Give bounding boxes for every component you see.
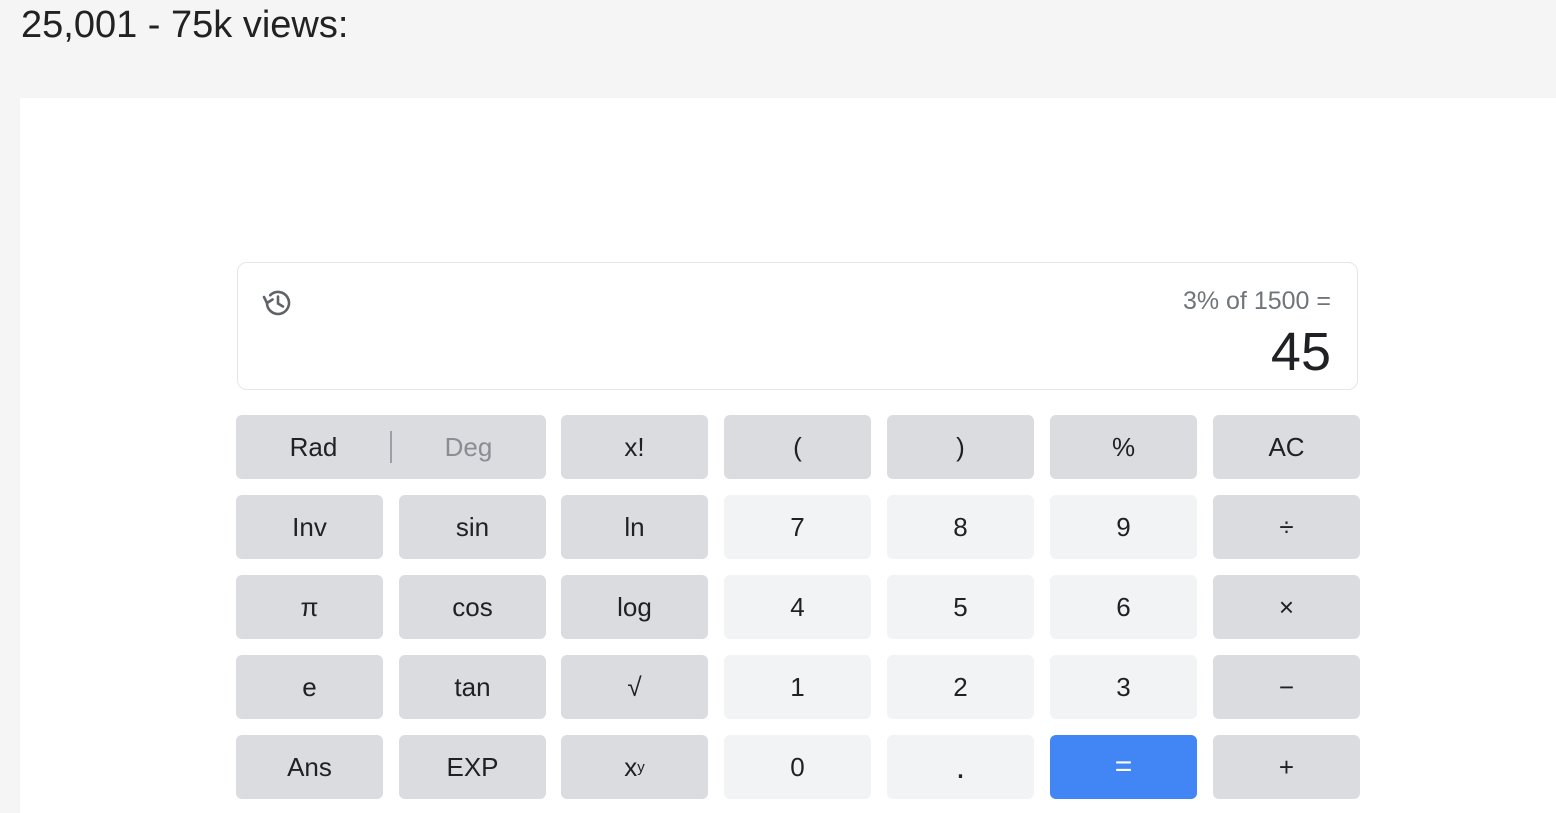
divide-button[interactable]: ÷ [1213,495,1360,559]
page-heading: 25,001 - 75k views: [21,4,349,46]
sqrt-button[interactable]: √ [561,655,708,719]
all-clear-button[interactable]: AC [1213,415,1360,479]
rad-button[interactable]: Rad [236,415,391,479]
digit-6-button[interactable]: 6 [1050,575,1197,639]
history-icon[interactable] [260,285,296,321]
ans-button[interactable]: Ans [236,735,383,799]
power-exponent-label: y [637,758,645,776]
power-button[interactable]: xy [561,735,708,799]
digit-1-button[interactable]: 1 [724,655,871,719]
pi-button[interactable]: π [236,575,383,639]
percent-button[interactable]: % [1050,415,1197,479]
digit-7-button[interactable]: 7 [724,495,871,559]
sin-button[interactable]: sin [399,495,546,559]
multiply-button[interactable]: × [1213,575,1360,639]
cos-button[interactable]: cos [399,575,546,639]
calculator-display: 3% of 1500 = 45 [237,262,1358,390]
deg-button[interactable]: Deg [391,415,546,479]
digit-5-button[interactable]: 5 [887,575,1034,639]
e-button[interactable]: e [236,655,383,719]
equals-button[interactable]: = [1050,735,1197,799]
tan-button[interactable]: tan [399,655,546,719]
expression-text: 3% of 1500 = [1182,287,1331,315]
factorial-button[interactable]: x! [561,415,708,479]
result-text: 45 [1270,322,1331,382]
digit-4-button[interactable]: 4 [724,575,871,639]
log-button[interactable]: log [561,575,708,639]
open-paren-button[interactable]: ( [724,415,871,479]
digit-8-button[interactable]: 8 [887,495,1034,559]
close-paren-button[interactable]: ) [887,415,1034,479]
digit-9-button[interactable]: 9 [1050,495,1197,559]
exp-button[interactable]: EXP [399,735,546,799]
power-base-label: x [624,751,638,782]
minus-button[interactable]: − [1213,655,1360,719]
ln-button[interactable]: ln [561,495,708,559]
decimal-point-button[interactable]: . [887,735,1034,799]
digit-0-button[interactable]: 0 [724,735,871,799]
angle-mode-toggle[interactable]: Rad Deg [236,415,546,479]
plus-button[interactable]: + [1213,735,1360,799]
digit-2-button[interactable]: 2 [887,655,1034,719]
digit-3-button[interactable]: 3 [1050,655,1197,719]
inv-button[interactable]: Inv [236,495,383,559]
